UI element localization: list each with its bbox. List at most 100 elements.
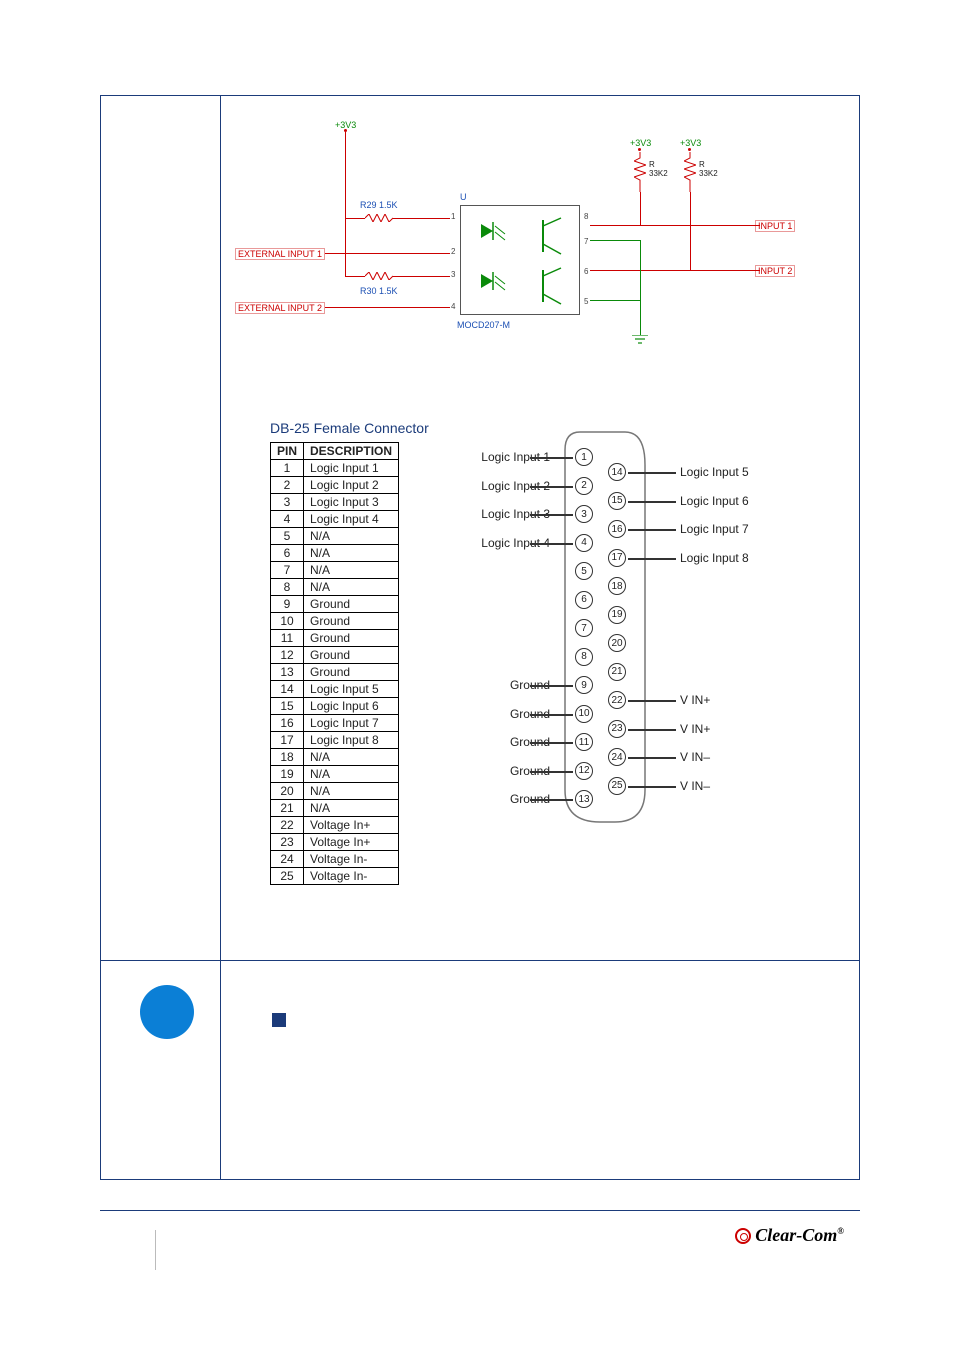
connector-pin: 12: [575, 762, 593, 780]
connector-pin: 23: [608, 720, 626, 738]
rail-wire: [345, 132, 346, 150]
connector-pin: 11: [575, 733, 593, 751]
r30-wire-in: [345, 276, 365, 277]
desc-cell: N/A: [304, 579, 399, 596]
brand-logo: Clear-Com®: [735, 1225, 844, 1246]
pin-cell: 20: [271, 783, 304, 800]
table-row: 24Voltage In-: [271, 851, 399, 868]
pin-cell: 19: [271, 766, 304, 783]
ic-ref: U: [460, 192, 467, 202]
connector-label-right: Logic Input 6: [680, 494, 800, 508]
pin-cell: 1: [271, 460, 304, 477]
connector-pin: 1: [575, 448, 593, 466]
table-row: 20N/A: [271, 783, 399, 800]
table-row: 7N/A: [271, 562, 399, 579]
pin-cell: 21: [271, 800, 304, 817]
footer-rule: [100, 1210, 860, 1211]
pin-cell: 15: [271, 698, 304, 715]
connector-label-right: Logic Input 7: [680, 522, 800, 536]
table-row: 23Voltage In+: [271, 834, 399, 851]
table-row: 8N/A: [271, 579, 399, 596]
brand-reg: ®: [837, 1226, 844, 1236]
pin-cell: 22: [271, 817, 304, 834]
ground-icon: [632, 335, 648, 347]
pin-cell: 8: [271, 579, 304, 596]
connector-pin: 22: [608, 691, 626, 709]
desc-cell: Ground: [304, 647, 399, 664]
connector-lead: [628, 558, 676, 560]
connector-lead: [628, 501, 676, 503]
connector-pin: 24: [608, 748, 626, 766]
ext-input2-label: EXTERNAL INPUT 2: [235, 302, 325, 314]
connector-label-right: V IN–: [680, 750, 800, 764]
pin-cell: 25: [271, 868, 304, 885]
pin-cell: 12: [271, 647, 304, 664]
connector-label-right: Logic Input 8: [680, 551, 800, 565]
ic-pin-4: 4: [451, 302, 455, 311]
desc-cell: Logic Input 8: [304, 732, 399, 749]
brand-name: Clear-Com®: [755, 1225, 844, 1246]
pin-cell: 5: [271, 528, 304, 545]
pin-table-section: DB-25 Female Connector PIN DESCRIPTION 1…: [270, 420, 429, 885]
pin-cell: 18: [271, 749, 304, 766]
table-row: 15Logic Input 6: [271, 698, 399, 715]
r30-wire-out: [393, 276, 450, 277]
pin-cell: 10: [271, 613, 304, 630]
desc-cell: N/A: [304, 749, 399, 766]
pullup-r-left: [634, 152, 646, 192]
rail-to-r29: [345, 150, 346, 218]
table-row: 16Logic Input 7: [271, 715, 399, 732]
gnd-wire-h1: [590, 240, 640, 241]
connector-pin: 5: [575, 562, 593, 580]
connector-pin: 4: [575, 534, 593, 552]
output1-label: INPUT 1: [755, 220, 795, 232]
out2-wire: [590, 270, 760, 271]
ext-input1-label: EXTERNAL INPUT 1: [235, 248, 325, 260]
connector-pin: 8: [575, 648, 593, 666]
connector-lead: [530, 685, 573, 687]
connector-lead: [628, 700, 676, 702]
desc-cell: Ground: [304, 664, 399, 681]
ic-pin-8: 8: [584, 212, 588, 221]
rail-label-mid: +3V3: [630, 138, 651, 148]
connector-label-right: V IN–: [680, 779, 800, 793]
pin-cell: 24: [271, 851, 304, 868]
connector-pin: 19: [608, 606, 626, 624]
brand-text: Clear-Com: [755, 1225, 837, 1245]
desc-cell: Ground: [304, 613, 399, 630]
connector-label-right: Logic Input 5: [680, 465, 800, 479]
note-bullet-icon: [140, 985, 194, 1039]
connector-pin: 9: [575, 676, 593, 694]
connector-lead: [628, 786, 676, 788]
connector-lead: [530, 543, 573, 545]
table-row: 11Ground: [271, 630, 399, 647]
rail-to-r30: [345, 218, 346, 276]
table-row: 9Ground: [271, 596, 399, 613]
led1-icon: [471, 216, 511, 256]
connector-lead: [628, 729, 676, 731]
desc-cell: N/A: [304, 783, 399, 800]
connector-lead: [530, 486, 573, 488]
pin-cell: 16: [271, 715, 304, 732]
ic-pin-2: 2: [451, 247, 455, 256]
ic-pin-5: 5: [584, 297, 588, 306]
connector-pin: 16: [608, 520, 626, 538]
connector-lead: [530, 714, 573, 716]
table-row: 3Logic Input 3: [271, 494, 399, 511]
table-row: 18N/A: [271, 749, 399, 766]
desc-cell: Logic Input 6: [304, 698, 399, 715]
table-row: 21N/A: [271, 800, 399, 817]
ic-part: MOCD207-M: [457, 320, 510, 330]
led2-icon: [471, 266, 511, 306]
r30-icon: [365, 272, 393, 280]
pin-table: PIN DESCRIPTION 1Logic Input 12Logic Inp…: [270, 442, 399, 885]
table-row: 10Ground: [271, 613, 399, 630]
connector-pin: 3: [575, 505, 593, 523]
pin-cell: 6: [271, 545, 304, 562]
pin-cell: 3: [271, 494, 304, 511]
footer-vrule: [155, 1230, 156, 1270]
desc-cell: N/A: [304, 800, 399, 817]
table-row: 19N/A: [271, 766, 399, 783]
desc-cell: Logic Input 2: [304, 477, 399, 494]
desc-cell: Logic Input 4: [304, 511, 399, 528]
